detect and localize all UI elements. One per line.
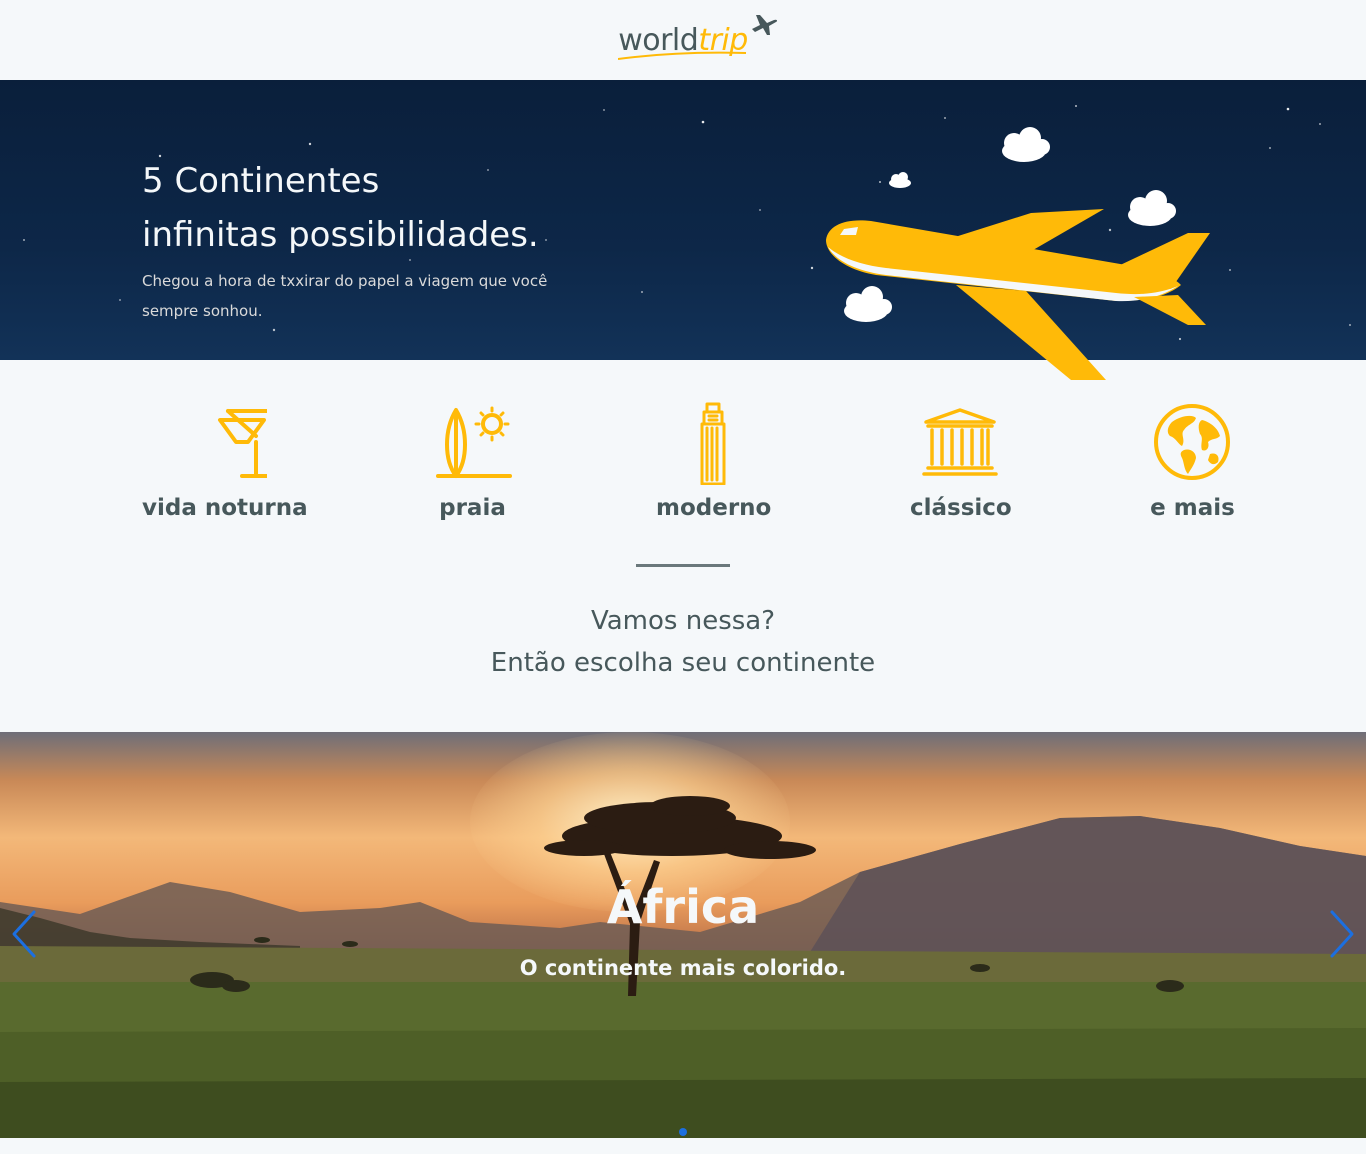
airplane-icon [751,14,777,35]
slider-dot[interactable] [679,1128,687,1136]
cta-line1: Vamos nessa? [590,606,776,636]
travel-type-label: e mais [1150,495,1235,521]
logo-swoosh [618,51,747,60]
travel-type-label: praia [439,495,506,521]
travel-type-label: vida noturna [142,495,308,521]
banner-text: 5 Continentes infinitas possibilidades. … [142,154,592,326]
travel-type-e-mais[interactable]: e mais [1150,400,1235,521]
globe-icon [1154,404,1230,480]
cloud-icon [1002,127,1050,162]
banner-title-line2: infinitas possibilidades. [142,215,539,255]
travel-type-label: moderno [656,495,772,521]
museum-icon [922,408,999,476]
travel-type-label: clássico [910,495,1012,521]
travel-type-vida-noturna[interactable]: vida noturna [142,400,308,521]
airplane-illustration [826,127,1210,380]
travel-type-moderno[interactable]: moderno [656,400,771,521]
banner-title-line1: 5 Continentes [142,161,380,201]
banner-subtitle: Chegou a hora de txxirar do papel a viag… [142,272,548,320]
chevron-right-icon [1330,910,1354,958]
travel-type-classico[interactable]: clássico [910,400,1012,521]
hero-banner: 5 Continentes infinitas possibilidades. … [0,80,1366,380]
section-divider [636,564,730,567]
slider-pagination [0,1128,1366,1136]
chevron-left-icon [12,910,36,958]
worldtrip-logo[interactable]: world trip [618,14,777,60]
savanna-scene [0,796,1366,1138]
surfboard-sun-icon [436,406,512,478]
slider-next-button[interactable] [1324,908,1360,960]
skyscraper-icon [700,402,726,485]
cta-heading: Vamos nessa? Então escolha seu continent… [0,600,1366,684]
slide-title[interactable]: África [0,880,1366,934]
slider-prev-button[interactable] [6,908,42,960]
site-header: world trip [0,0,1366,80]
cocktail-icon [218,409,268,478]
slide-subtitle: O continente mais colorido. [519,956,847,980]
cta-line2: Então escolha seu continente [490,648,876,678]
continent-slider: África O continente mais colorido. [0,732,1366,1138]
page-bottom [0,1138,1366,1154]
travel-type-praia[interactable]: praia [430,400,515,521]
travel-types: vida noturna praia moderno clássico e ma… [0,400,1366,530]
